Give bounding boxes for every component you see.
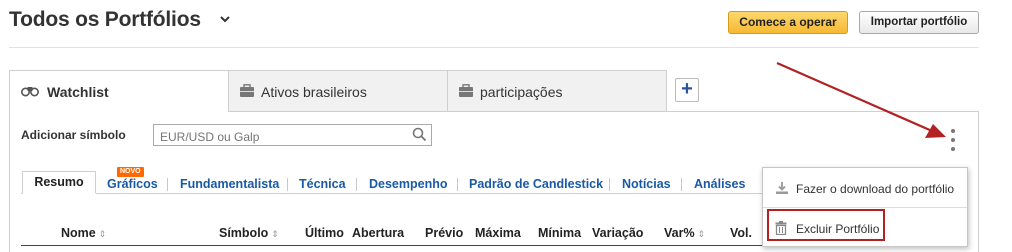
subtab-tecnica[interactable]: Técnica: [299, 177, 346, 191]
subtab-graficos[interactable]: Gráficos: [107, 177, 158, 191]
search-icon[interactable]: [412, 127, 427, 142]
menu-item-download[interactable]: Fazer o download do portfólio: [763, 170, 967, 206]
menu-item-label: Fazer o download do portfólio: [796, 182, 955, 196]
column-header-vol[interactable]: Vol.: [730, 226, 752, 240]
tab-participacoes[interactable]: participações: [447, 70, 667, 111]
column-header-previo[interactable]: Prévio: [425, 226, 463, 240]
subtab-separator: [167, 178, 168, 191]
subtab-separator: [457, 178, 458, 191]
new-badge: NOVO: [117, 167, 144, 177]
import-portfolio-button[interactable]: Importar portfólio: [859, 11, 979, 34]
column-label: Var%: [664, 226, 695, 240]
more-options-icon[interactable]: [948, 127, 958, 153]
subtab-fundamentalista[interactable]: Fundamentalista: [180, 177, 279, 191]
column-header-minima[interactable]: Mínima: [538, 226, 581, 240]
column-header-simbolo[interactable]: Símbolo ⇕: [219, 226, 279, 240]
sort-icon: ⇕: [98, 229, 107, 239]
sort-icon: ⇕: [271, 229, 279, 239]
column-header-ultimo[interactable]: Último: [305, 226, 344, 240]
add-symbol-label: Adicionar símbolo: [21, 128, 126, 142]
tab-label: Watchlist: [47, 84, 109, 100]
tab-watchlist[interactable]: Watchlist: [9, 70, 229, 112]
subtab-resumo[interactable]: Resumo: [22, 171, 96, 194]
briefcase-icon: [459, 84, 473, 97]
subtab-separator: [681, 178, 682, 191]
page-title: Todos os Portfólios: [9, 8, 201, 31]
tab-ativos-brasileiros[interactable]: Ativos brasileiros: [228, 70, 448, 111]
subtab-separator: [356, 178, 357, 191]
subtab-separator: [609, 178, 610, 191]
subtab-noticias[interactable]: Notícias: [622, 177, 671, 191]
tab-label: participações: [480, 84, 563, 100]
add-tab-button[interactable]: +: [675, 78, 699, 102]
column-header-nome[interactable]: Nome ⇕: [61, 226, 106, 240]
start-trading-button[interactable]: Comece a operar: [728, 11, 848, 34]
column-header-abertura[interactable]: Abertura: [352, 226, 404, 240]
subtabs-divider: [21, 193, 762, 194]
binoculars-icon: [21, 87, 39, 97]
subtab-analises[interactable]: Análises: [694, 177, 745, 191]
briefcase-icon: [240, 84, 254, 97]
subtab-padrao-de-candlestick[interactable]: Padrão de Candlestick: [469, 177, 603, 191]
chevron-down-icon[interactable]: [219, 13, 231, 25]
symbol-search-input[interactable]: [153, 124, 432, 146]
column-header-var-pct[interactable]: Var% ⇕: [664, 226, 705, 240]
header-divider: [9, 47, 979, 48]
column-header-maxima[interactable]: Máxima: [475, 226, 521, 240]
sort-icon: ⇕: [697, 229, 706, 239]
column-header-variacao[interactable]: Variação: [592, 226, 643, 240]
column-label: Nome: [61, 226, 96, 240]
column-label: Símbolo: [219, 226, 269, 240]
annotation-highlight-box: [767, 209, 885, 241]
tab-label: Ativos brasileiros: [261, 84, 367, 100]
download-icon: [776, 182, 788, 194]
subtab-desempenho[interactable]: Desempenho: [369, 177, 448, 191]
table-header-divider: [21, 245, 762, 246]
subtab-separator: [287, 178, 288, 191]
menu-divider: [763, 207, 967, 208]
